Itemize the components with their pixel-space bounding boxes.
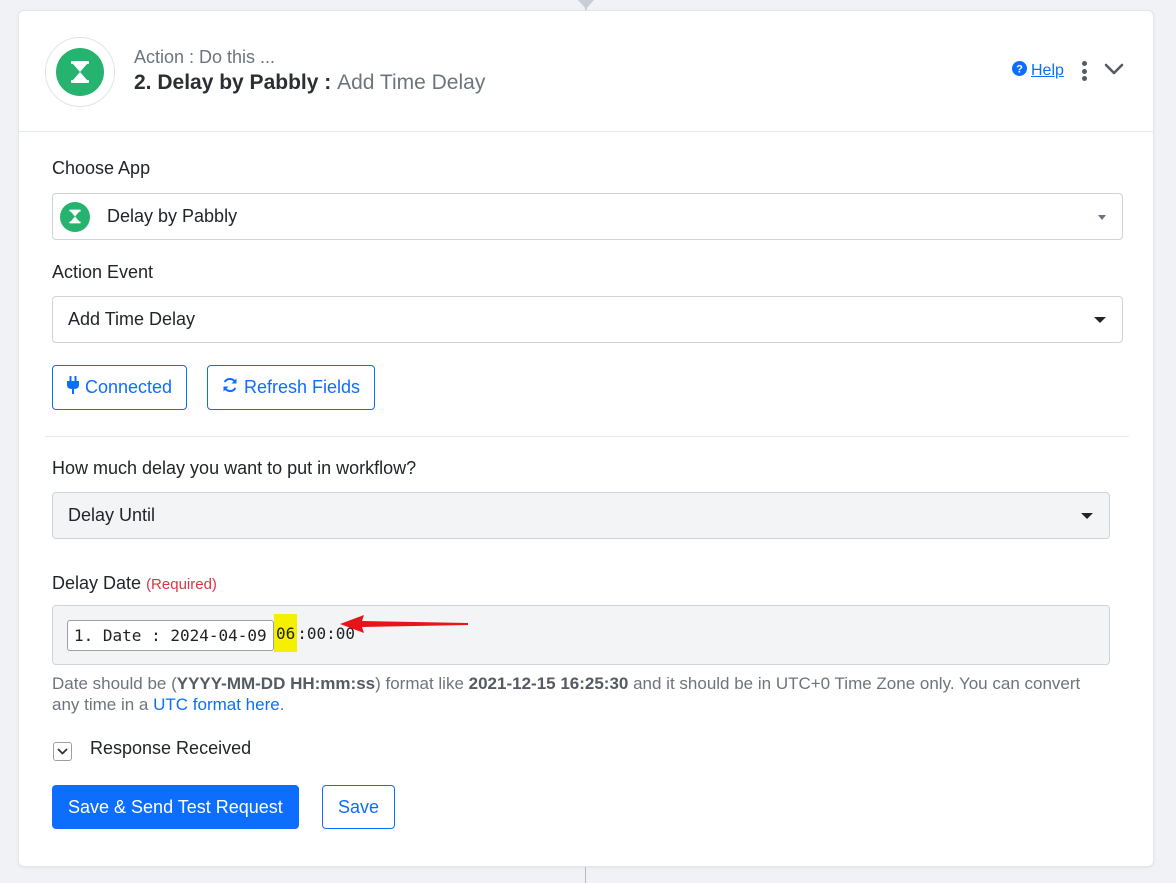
step-title-app: 2. Delay by Pabbly : [134,71,332,94]
response-received-label: Response Received [90,738,252,758]
delay-date-label-text: Delay Date [52,573,142,593]
date-variable-token[interactable]: 1. Date : 2024-04-09 [67,620,274,651]
flow-connector-bottom [585,867,586,883]
hourglass-icon [56,48,104,96]
step-title-event: Add Time Delay [337,71,486,94]
save-send-test-button[interactable]: Save & Send Test Request [52,785,299,829]
refresh-icon [222,377,238,398]
help-text-format: YYYY-MM-DD HH:mm:ss [176,674,376,693]
chevron-down-icon [57,748,68,755]
delay-type-label: How much delay you want to put in workfl… [52,458,417,478]
delay-type-select[interactable]: Delay Until [52,492,1110,539]
refresh-fields-button[interactable]: Refresh Fields [207,365,376,410]
plug-icon [67,376,79,399]
utc-format-link[interactable]: UTC format here [153,695,280,714]
delay-type-value: Delay Until [68,505,156,525]
date-format-help: Date should be (YYYY-MM-DD HH:mm:ss) for… [52,673,1112,715]
caret-down-icon [1081,513,1093,519]
choose-app-label: Choose App [52,158,151,178]
caret-down-icon [1098,215,1106,220]
flow-connector-arrow [578,0,594,9]
action-event-select[interactable]: Add Time Delay [52,296,1123,343]
question-circle-icon: ? [1012,61,1027,81]
action-event-value: Add Time Delay [68,309,196,329]
step-header[interactable]: Action : Do this ... 2. Delay by Pabbly … [19,11,1153,132]
hourglass-icon [60,201,90,232]
help-label: Help [1031,62,1064,79]
kebab-menu-icon[interactable] [1079,59,1089,83]
svg-text:?: ? [1016,64,1023,76]
help-text-part: Date should be ( [52,674,177,693]
choose-app-select[interactable]: Delay by Pabbly [52,193,1123,240]
save-button[interactable]: Save [322,785,396,829]
connected-button[interactable]: Connected [52,365,188,410]
connected-label: Connected [85,377,173,397]
required-marker: (Required) [146,576,217,593]
caret-down-icon [1094,317,1106,323]
chevron-down-icon[interactable] [1103,59,1125,79]
response-toggle[interactable] [53,742,72,761]
help-text-part: . [279,695,285,714]
action-event-label: Action Event [52,262,154,282]
section-divider [45,436,1129,437]
help-text-example: 2021-12-15 16:25:30 [468,674,629,693]
step-title: 2. Delay by Pabbly : Add Time Delay [134,71,485,95]
action-step-card: Action : Do this ... 2. Delay by Pabbly … [18,10,1154,867]
help-link[interactable]: ? Help [1012,61,1064,81]
highlighted-hour: 06 [274,614,298,652]
red-arrow-icon [338,613,472,640]
refresh-fields-label: Refresh Fields [244,377,361,397]
help-text-part: ) format like [375,674,469,693]
app-logo [45,37,115,107]
step-subtitle: Action : Do this ... [134,47,276,67]
delay-date-input[interactable]: 1. Date : 2024-04-09 06 :00:00 [52,605,1110,665]
delay-date-label: Delay Date (Required) [52,573,217,594]
choose-app-value: Delay by Pabbly [107,206,238,226]
